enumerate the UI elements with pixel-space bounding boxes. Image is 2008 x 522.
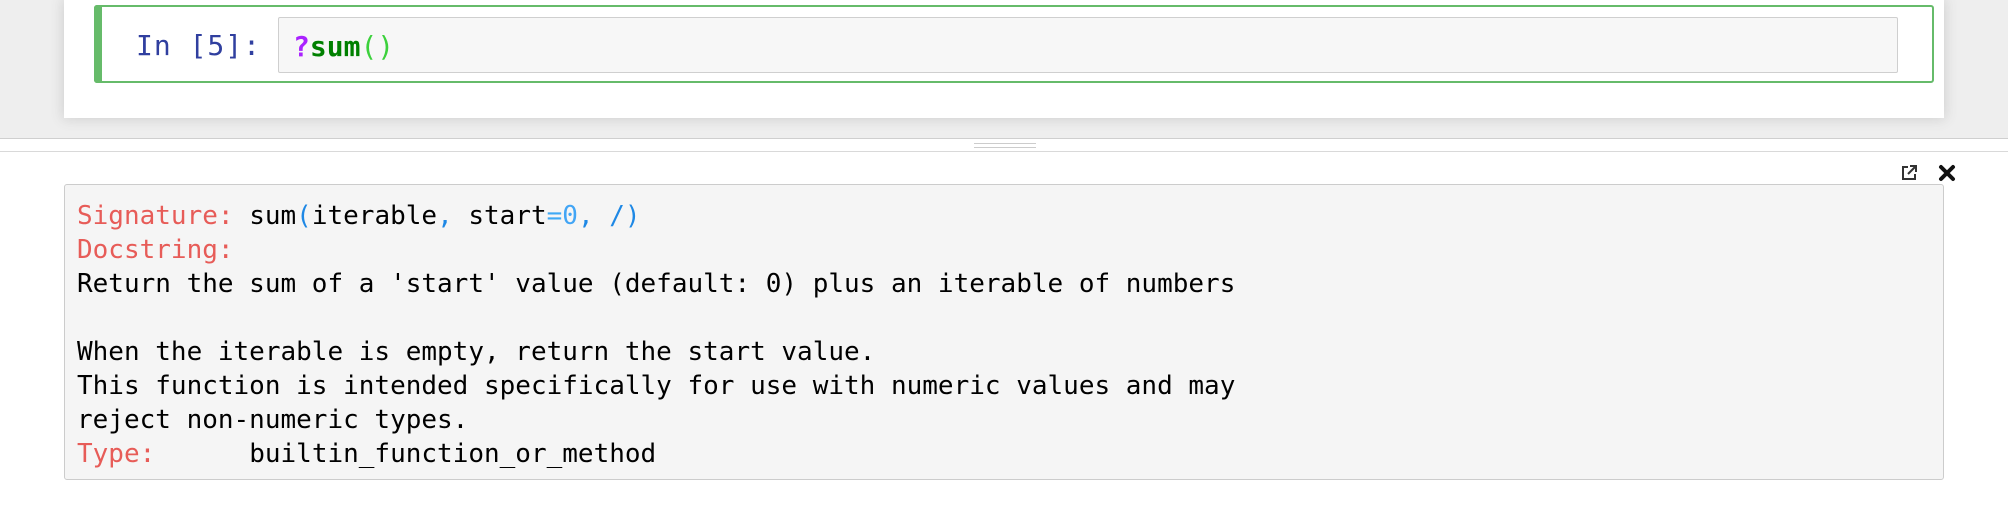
- docstring-line: reject non-numeric types.: [77, 405, 469, 435]
- cell-selection-bar: [94, 5, 102, 83]
- code-input[interactable]: ?sum(): [278, 17, 1898, 73]
- docstring-line: This function is intended specifically f…: [77, 371, 1236, 401]
- type-value: builtin_function_or_method: [249, 439, 657, 469]
- notebook-page: In [5]: ?sum(): [64, 0, 1944, 118]
- signature-arg-start: start: [452, 201, 547, 231]
- docstring-line: Return the sum of a 'start' value (defau…: [77, 269, 1236, 299]
- external-link-icon[interactable]: [1898, 162, 1920, 184]
- signature-comma-2: ,: [577, 201, 594, 231]
- code-cell[interactable]: In [5]: ?sum(): [94, 5, 1934, 83]
- docstring-line: [77, 301, 1931, 335]
- signature-arg-iterable: iterable: [311, 201, 438, 231]
- docstring-output: Signature: sum(iterable, start=0, /) Doc…: [64, 184, 1944, 480]
- signature-func: sum: [249, 201, 297, 231]
- notebook-area: In [5]: ?sum(): [0, 0, 2008, 140]
- signature-default: 0: [562, 201, 578, 231]
- signature-equals: =: [546, 201, 563, 231]
- close-icon[interactable]: [1936, 162, 1958, 184]
- signature-line: Signature: sum(iterable, start=0, /): [77, 199, 1931, 233]
- signature-open-paren: (: [296, 201, 312, 231]
- input-prompt: In [5]:: [136, 29, 262, 62]
- signature-slash: /: [593, 201, 625, 231]
- type-label: Type:: [77, 439, 156, 469]
- code-text: ?sum(): [293, 30, 394, 63]
- code-parens: (): [360, 30, 395, 63]
- code-operator: ?: [293, 30, 310, 63]
- signature-label: Signature:: [77, 201, 234, 231]
- docstring-label: Docstring:: [77, 235, 234, 265]
- pager-drag-handle[interactable]: [974, 143, 1036, 148]
- signature-comma-1: ,: [437, 201, 453, 231]
- pager-resize-bar[interactable]: [0, 138, 2008, 152]
- signature-close-paren: ): [624, 201, 641, 231]
- pager-panel: Signature: sum(iterable, start=0, /) Doc…: [0, 152, 2008, 522]
- type-line: Type: builtin_function_or_method: [77, 437, 1931, 471]
- pager-controls: [1898, 162, 1958, 184]
- docstring-line: When the iterable is empty, return the s…: [77, 337, 876, 367]
- code-builtin: sum: [309, 30, 361, 63]
